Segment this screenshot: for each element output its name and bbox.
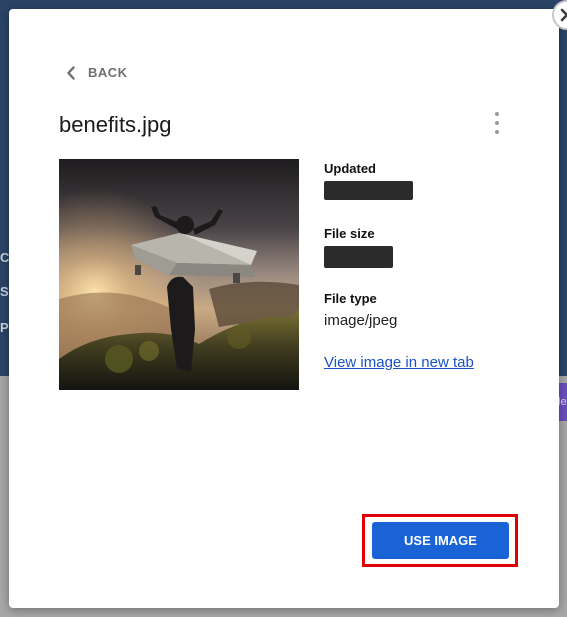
file-type-section: File type image/jpeg (324, 291, 397, 329)
file-name-title: benefits.jpg (59, 112, 172, 137)
updated-label: Updated (324, 161, 376, 176)
background-tab: le (558, 383, 567, 421)
file-type-value: image/jpeg (324, 312, 398, 329)
file-type-label: File type (324, 291, 377, 306)
more-vertical-icon[interactable] (489, 110, 505, 136)
image-preview (59, 159, 299, 390)
updated-section: Updated (324, 161, 413, 200)
back-label: BACK (88, 65, 128, 80)
chevron-left-icon (67, 65, 75, 80)
updated-value-redacted (324, 181, 413, 200)
back-link[interactable]: BACK (66, 65, 128, 80)
file-size-section: File size (324, 226, 393, 268)
image-detail-modal: BACK benefits.jpg Updated File size File… (9, 0, 567, 608)
file-size-value-redacted (324, 246, 393, 268)
view-image-link[interactable]: View image in new tab (324, 354, 474, 371)
close-icon (560, 8, 567, 22)
use-image-button[interactable]: USE IMAGE (372, 522, 509, 559)
file-size-label: File size (324, 226, 375, 241)
